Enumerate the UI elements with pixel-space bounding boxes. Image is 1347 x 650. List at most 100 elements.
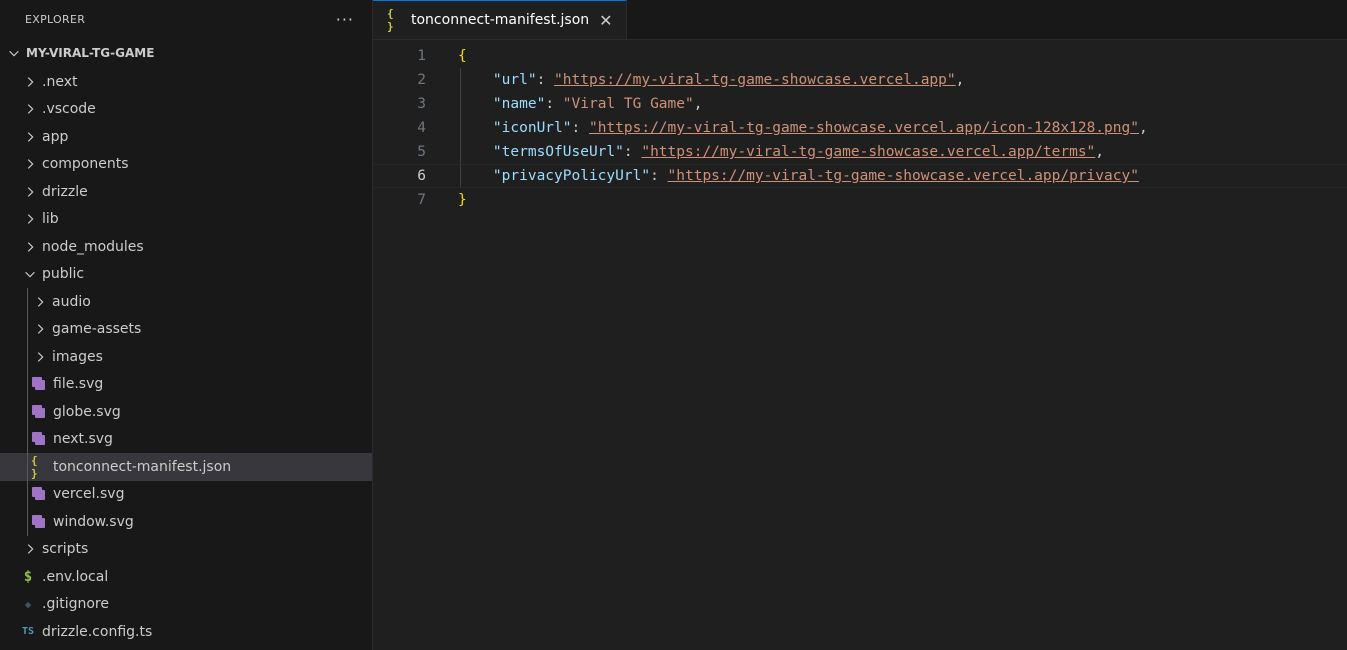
- tree-item-label: tonconnect-manifest.json: [53, 458, 232, 475]
- json-key: "url": [492, 72, 537, 88]
- line-number: 4: [417, 120, 426, 136]
- chevron-right-icon: [22, 101, 38, 117]
- svg-file-icon: [31, 431, 47, 447]
- colon: :: [623, 144, 642, 160]
- tree-folder-next[interactable]: .next: [0, 68, 372, 96]
- line-number: 5: [417, 144, 426, 160]
- json-file-icon: { }: [387, 7, 394, 33]
- tree-item-label: game-assets: [52, 321, 142, 338]
- more-actions-icon[interactable]: ···: [336, 10, 354, 29]
- colon: :: [571, 120, 589, 136]
- tree-file-next-svg[interactable]: next.svg: [0, 425, 372, 453]
- tab-tonconnect-manifest[interactable]: { } tonconnect-manifest.json ✕: [373, 0, 627, 39]
- editor-area: { } tonconnect-manifest.json ✕ 1 { 2 "ur…: [373, 0, 1347, 650]
- json-link-value[interactable]: "https://my-viral-tg-game-showcase.verce…: [554, 68, 956, 92]
- svg-file-icon: [31, 376, 47, 392]
- tree-file-window-svg[interactable]: window.svg: [0, 508, 372, 536]
- tree-item-label: app: [42, 128, 69, 145]
- chevron-right-icon: [22, 211, 38, 227]
- line-number: 1: [417, 48, 426, 64]
- indent-guide: [27, 343, 28, 371]
- chevron-right-icon: [32, 321, 48, 337]
- tree-folder-components[interactable]: components: [0, 151, 372, 179]
- tree-folder-node-modules[interactable]: node_modules: [0, 233, 372, 261]
- json-string-value: "Viral TG Game": [562, 96, 694, 112]
- tree-folder-vscode[interactable]: .vscode: [0, 96, 372, 124]
- tree-folder-lib[interactable]: lib: [0, 206, 372, 234]
- tree-item-label: window.svg: [53, 513, 134, 530]
- line-number: 2: [417, 72, 426, 88]
- tree-file-env-local[interactable]: $ .env.local: [0, 563, 372, 591]
- code-editor[interactable]: 1 { 2 "url": "https://my-viral-tg-game-s…: [373, 40, 1347, 212]
- tree-folder-scripts[interactable]: scripts: [0, 536, 372, 564]
- tree-item-label: next.svg: [53, 431, 113, 448]
- tree-folder-game-assets[interactable]: game-assets: [0, 315, 372, 343]
- open-brace: {: [458, 48, 467, 64]
- comma: ,: [1095, 144, 1105, 160]
- json-file-icon: { }: [31, 453, 38, 480]
- indent-guide: [27, 398, 28, 426]
- tree-file-gitignore[interactable]: ◆ .gitignore: [0, 591, 372, 619]
- tree-item-label: .gitignore: [42, 596, 109, 613]
- tree-item-label: node_modules: [42, 238, 144, 255]
- tree-file-drizzle-config[interactable]: TS drizzle.config.ts: [0, 618, 372, 646]
- tree-file-vercel-svg[interactable]: vercel.svg: [0, 480, 372, 508]
- chevron-right-icon: [22, 129, 38, 145]
- colon: :: [545, 96, 563, 112]
- tree-folder-images[interactable]: images: [0, 343, 372, 371]
- code-line: 2 "url": "https://my-viral-tg-game-showc…: [373, 68, 1347, 92]
- json-link-value[interactable]: "https://my-viral-tg-game-showcase.verce…: [641, 140, 1095, 164]
- indent-guide: [27, 425, 28, 453]
- tree-file-tonconnect-manifest[interactable]: { } tonconnect-manifest.json: [0, 453, 372, 481]
- close-brace: }: [458, 192, 467, 208]
- indent-guide: [27, 288, 28, 316]
- chevron-right-icon: [32, 349, 48, 365]
- tree-item-label: globe.svg: [53, 403, 121, 420]
- indent-guide: [27, 370, 28, 398]
- explorer-sidebar: EXPLORER ··· MY-VIRAL-TG-GAME .next .vsc…: [0, 0, 373, 650]
- tree-folder-app[interactable]: app: [0, 123, 372, 151]
- tree-item-label: .env.local: [42, 568, 109, 585]
- tree-file-file-svg[interactable]: file.svg: [0, 370, 372, 398]
- tree-item-label: .vscode: [42, 101, 96, 118]
- chevron-right-icon: [22, 541, 38, 557]
- chevron-right-icon: [22, 74, 38, 90]
- tree-item-label: audio: [52, 293, 91, 310]
- chevron-right-icon: [22, 156, 38, 172]
- chevron-right-icon: [22, 184, 38, 200]
- workspace-root-folder[interactable]: MY-VIRAL-TG-GAME: [0, 38, 372, 68]
- tree-file-globe-svg[interactable]: globe.svg: [0, 398, 372, 426]
- json-key: "iconUrl": [492, 120, 572, 136]
- tree-folder-public[interactable]: public: [0, 261, 372, 289]
- code-line-current: 6 "privacyPolicyUrl": "https://my-viral-…: [373, 164, 1347, 188]
- svg-file-icon: [31, 514, 47, 530]
- chevron-right-icon: [22, 239, 38, 255]
- json-link-value[interactable]: "https://my-viral-tg-game-showcase.verce…: [589, 116, 1139, 140]
- code-line: 5 "termsOfUseUrl": "https://my-viral-tg-…: [373, 140, 1347, 164]
- line-number: 6: [417, 168, 426, 184]
- tree-item-label: drizzle: [42, 183, 88, 200]
- tree-item-label: vercel.svg: [53, 486, 125, 503]
- code-line: 1 {: [373, 44, 1347, 68]
- tree-item-label: images: [52, 348, 103, 365]
- indent-guide: [27, 508, 28, 536]
- indent-guide: [27, 453, 28, 481]
- code-line: 4 "iconUrl": "https://my-viral-tg-game-s…: [373, 116, 1347, 140]
- chevron-right-icon: [32, 294, 48, 310]
- comma: ,: [1138, 120, 1148, 136]
- explorer-title: EXPLORER: [25, 12, 86, 26]
- json-link-value[interactable]: "https://my-viral-tg-game-showcase.verce…: [668, 164, 1139, 188]
- json-key: "privacyPolicyUrl": [492, 168, 651, 184]
- chevron-down-icon: [22, 266, 38, 282]
- tree-item-label: lib: [42, 211, 59, 228]
- line-number: 7: [417, 192, 426, 208]
- explorer-header: EXPLORER ···: [0, 0, 372, 38]
- json-key: "name": [492, 96, 546, 112]
- indent-guide: [27, 480, 28, 508]
- tree-folder-audio[interactable]: audio: [0, 288, 372, 316]
- tree-folder-drizzle[interactable]: drizzle: [0, 178, 372, 206]
- close-icon[interactable]: ✕: [599, 11, 612, 30]
